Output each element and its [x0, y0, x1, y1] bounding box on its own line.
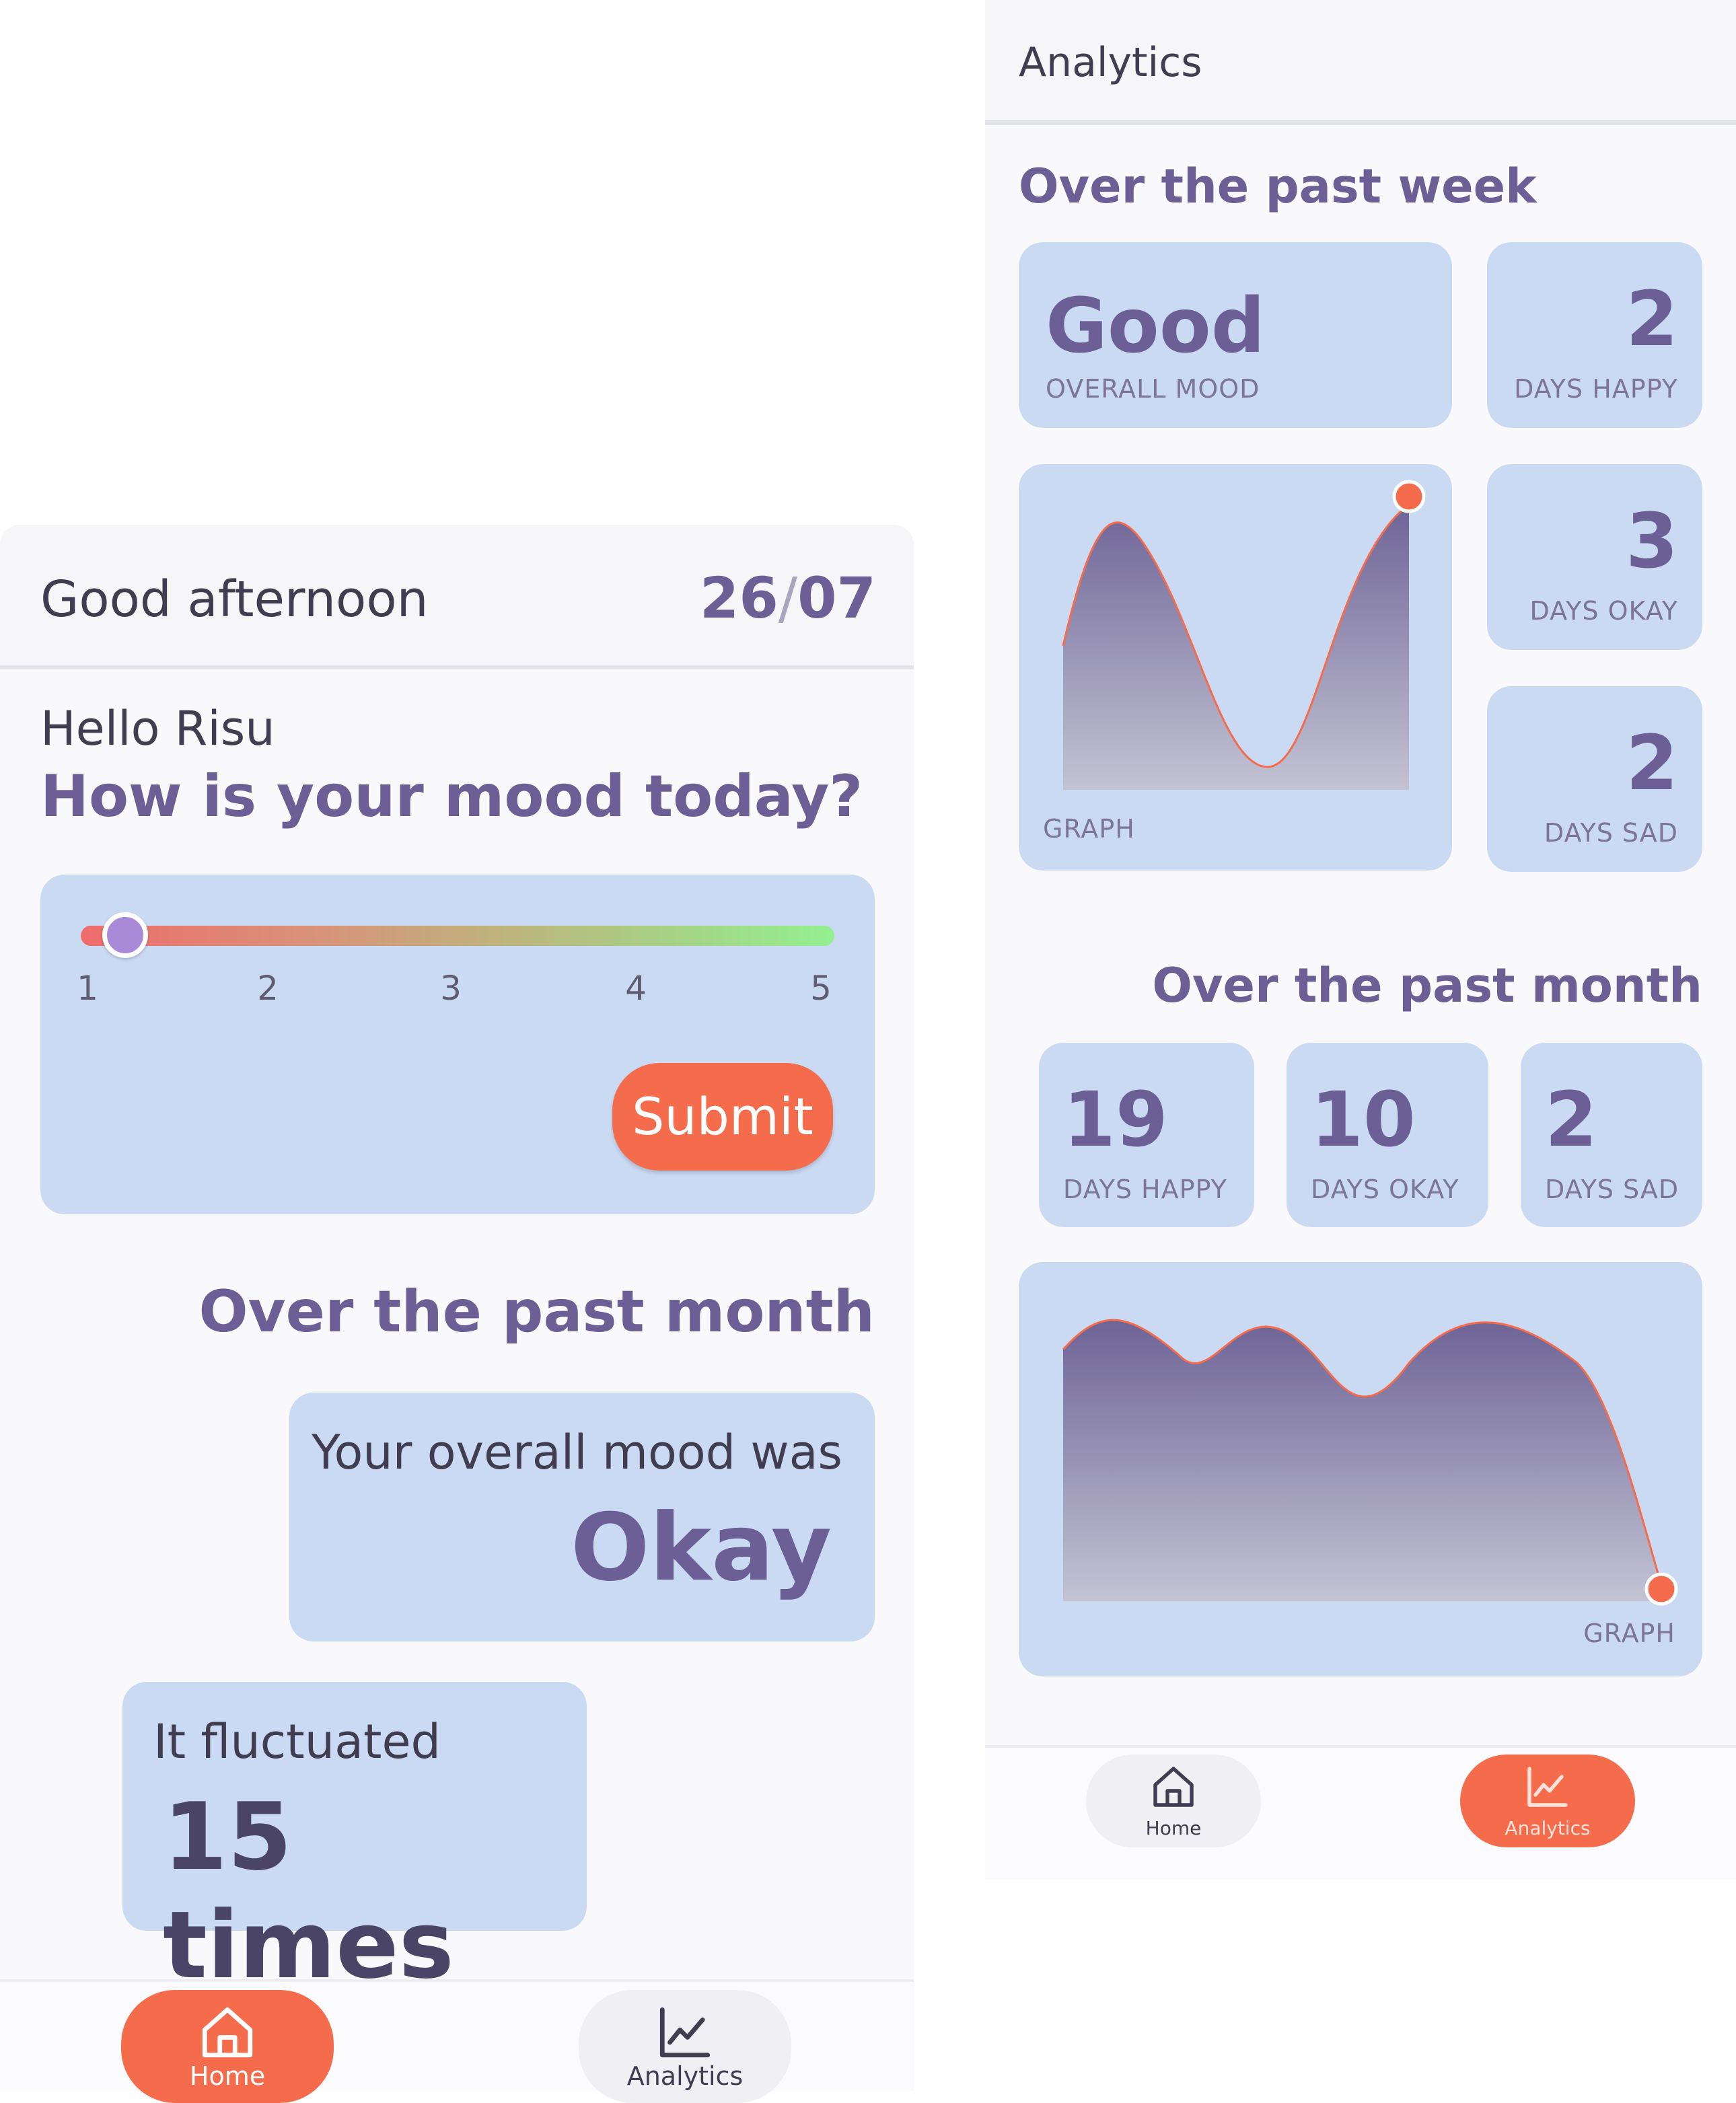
overall-mood-week-card: Good OVERALL MOOD [1019, 242, 1452, 428]
mood-slider-thumb[interactable] [102, 912, 148, 958]
analytics-screen: Analytics Over the past week Good OVERAL… [985, 0, 1736, 1880]
date-day: 26 [699, 565, 779, 631]
submit-button[interactable]: Submit [612, 1063, 833, 1171]
past-week-title: Over the past week [1019, 159, 1537, 214]
month-days-happy-label: DAYS HAPPY [1063, 1175, 1227, 1204]
date-month: 07 [797, 565, 876, 631]
month-graph-card: GRAPH [1019, 1262, 1702, 1676]
bottom-nav: Home Analytics [0, 1979, 914, 2103]
month-days-sad-card: 2 DAYS SAD [1521, 1043, 1702, 1227]
month-days-sad-label: DAYS SAD [1545, 1175, 1679, 1204]
fluctuation-value: 15 times [163, 1783, 454, 1999]
slider-tick-3: 3 [440, 969, 462, 1008]
week-days-happy-value: 2 [1626, 276, 1678, 363]
month-days-okay-card: 10 DAYS OKAY [1287, 1043, 1488, 1227]
week-days-sad-value: 2 [1626, 720, 1678, 807]
slider-tick-1: 1 [77, 969, 98, 1008]
month-mood-graph [1062, 1319, 1678, 1606]
nav-home-label-analytics: Home [1145, 1817, 1202, 1839]
mood-slider-card: 1 2 3 4 5 Submit [40, 875, 875, 1214]
hello-text: Hello Risu [40, 701, 275, 756]
week-days-sad-label: DAYS SAD [1544, 818, 1678, 848]
home-header: Good afternoon 26/07 [0, 525, 914, 669]
date-separator: / [778, 565, 798, 631]
home-screen: Good afternoon 26/07 Hello Risu How is y… [0, 525, 914, 2103]
week-days-okay-card: 3 DAYS OKAY [1487, 464, 1702, 650]
fluctuation-label: It fluctuated [153, 1714, 441, 1769]
past-month-title: Over the past month [198, 1278, 875, 1345]
nav-analytics-button-active[interactable]: Analytics [1460, 1755, 1635, 1847]
home-icon [202, 2007, 253, 2058]
week-days-okay-label: DAYS OKAY [1529, 596, 1678, 626]
greeting-title: Good afternoon [40, 570, 429, 628]
slider-tick-2: 2 [257, 969, 279, 1008]
overall-mood-value: Okay [571, 1493, 832, 1602]
week-mood-graph [1062, 480, 1426, 790]
nav-analytics-label: Analytics [626, 2061, 744, 2091]
month-days-happy-card: 19 DAYS HAPPY [1039, 1043, 1254, 1227]
week-graph-card: GRAPH [1019, 464, 1452, 871]
week-days-happy-label: DAYS HAPPY [1514, 374, 1678, 404]
month-days-okay-value: 10 [1311, 1076, 1416, 1164]
nav-home-button[interactable]: Home [121, 1990, 334, 2103]
month-graph-endpoint [1644, 1572, 1678, 1606]
fluctuation-card: It fluctuated 15 times [122, 1682, 587, 1999]
week-days-okay-value: 3 [1626, 498, 1678, 585]
month-graph-label: GRAPH [1583, 1619, 1675, 1648]
home-icon [1153, 1767, 1194, 1807]
date-display: 26/07 [700, 565, 876, 631]
mood-question: How is your mood today? [40, 763, 863, 830]
chart-line-icon [659, 2007, 711, 2058]
analytics-title: Analytics [1019, 39, 1202, 86]
past-month-title-analytics: Over the past month [1152, 958, 1702, 1013]
chart-line-icon [1527, 1767, 1568, 1807]
nav-home-button-analytics[interactable]: Home [1086, 1755, 1261, 1847]
month-graph-area [1063, 1320, 1661, 1601]
week-graph-endpoint [1392, 480, 1426, 513]
month-days-sad-value: 2 [1545, 1076, 1597, 1164]
month-days-okay-label: DAYS OKAY [1311, 1175, 1459, 1204]
overall-mood-card: Your overall mood was Okay [289, 1393, 875, 1641]
overall-mood-week-value: Good [1046, 283, 1265, 370]
nav-analytics-label-active: Analytics [1505, 1817, 1591, 1839]
overall-mood-week-label: OVERALL MOOD [1046, 374, 1260, 404]
mood-slider-track[interactable] [81, 926, 834, 946]
week-days-happy-card: 2 DAYS HAPPY [1487, 242, 1702, 428]
overall-mood-label: Your overall mood was [312, 1425, 842, 1480]
bottom-nav-analytics: Home Analytics [985, 1745, 1736, 1880]
week-days-sad-card: 2 DAYS SAD [1487, 686, 1702, 872]
month-days-happy-value: 19 [1063, 1076, 1168, 1164]
nav-analytics-button[interactable]: Analytics [579, 1990, 791, 2103]
slider-tick-5: 5 [810, 969, 832, 1008]
week-graph-area [1063, 505, 1409, 790]
slider-tick-4: 4 [625, 969, 647, 1008]
analytics-header: Analytics [985, 0, 1736, 125]
week-graph-label: GRAPH [1043, 814, 1135, 844]
nav-home-label: Home [189, 2061, 266, 2091]
